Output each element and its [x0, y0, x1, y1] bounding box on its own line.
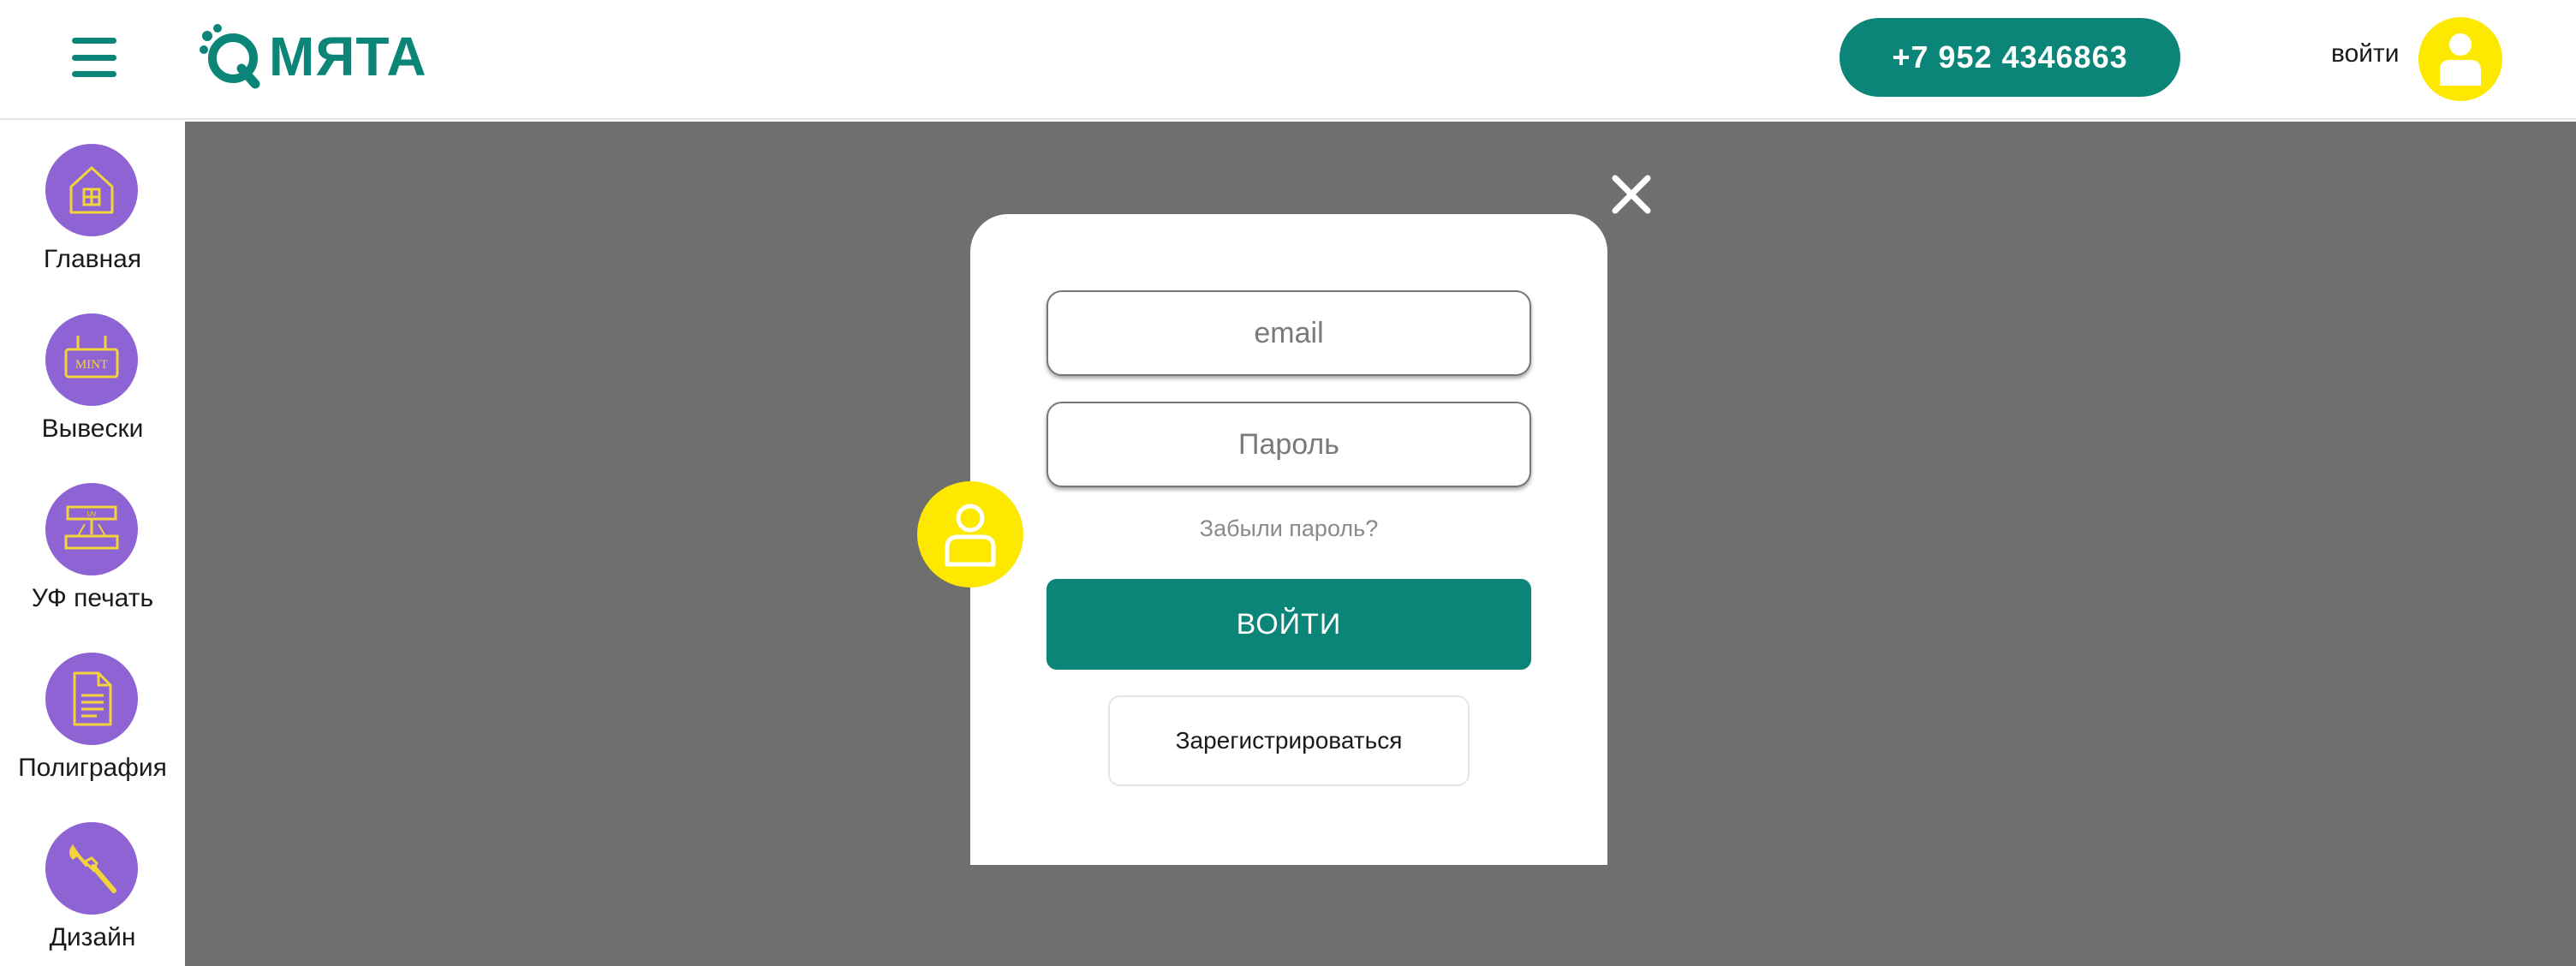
sidebar-item-uv-print[interactable]: UV УФ печать [0, 483, 185, 646]
sidebar-item-design[interactable]: Дизайн [0, 822, 185, 966]
logo-text: МЯТА [269, 26, 427, 87]
sidebar-item-label: Полиграфия [18, 754, 167, 782]
sidebar-nav: Главная MINT Вывески UV УФ печать Полигр… [0, 122, 185, 966]
sidebar-item-label: УФ печать [31, 584, 154, 612]
close-icon[interactable] [1608, 171, 1655, 218]
signboard-text: MINT [75, 358, 108, 372]
hamburger-menu-icon[interactable] [72, 38, 116, 77]
site-logo[interactable]: МЯТА [199, 24, 427, 89]
house-icon [69, 166, 114, 214]
document-icon [73, 671, 112, 726]
sidebar-item-label: Вывески [41, 414, 144, 443]
paintbrush-icon [69, 844, 116, 893]
user-icon [945, 504, 996, 567]
signboard-icon: MINT [64, 336, 119, 379]
password-field[interactable] [1046, 402, 1531, 487]
login-submit-button[interactable]: ВОЙТИ [1046, 579, 1531, 670]
phone-button[interactable]: +7 952 4346863 [1840, 18, 2180, 97]
email-input[interactable] [1048, 292, 1530, 374]
top-header: МЯТА +7 952 4346863 войти [0, 0, 2576, 120]
sidebar-item-label: Дизайн [49, 923, 136, 951]
uv-printer-icon: UV [64, 505, 119, 550]
uv-text: UV [86, 510, 97, 518]
forgot-password-link[interactable]: Забыли пароль? [1046, 516, 1531, 542]
header-login-link[interactable]: войти [2331, 39, 2400, 69]
sidebar-item-signs[interactable]: MINT Вывески [0, 313, 185, 476]
modal-avatar [917, 481, 1023, 587]
password-input[interactable] [1048, 403, 1530, 486]
user-icon [2440, 33, 2481, 86]
sidebar-item-home[interactable]: Главная [0, 144, 185, 307]
q-logo-mark-icon [200, 24, 260, 89]
sidebar-item-label: Главная [43, 245, 142, 273]
sidebar-item-printing[interactable]: Полиграфия [0, 653, 185, 815]
email-field[interactable] [1046, 290, 1531, 376]
register-button[interactable]: Зарегистрироваться [1108, 695, 1470, 786]
header-avatar[interactable] [2418, 17, 2502, 101]
